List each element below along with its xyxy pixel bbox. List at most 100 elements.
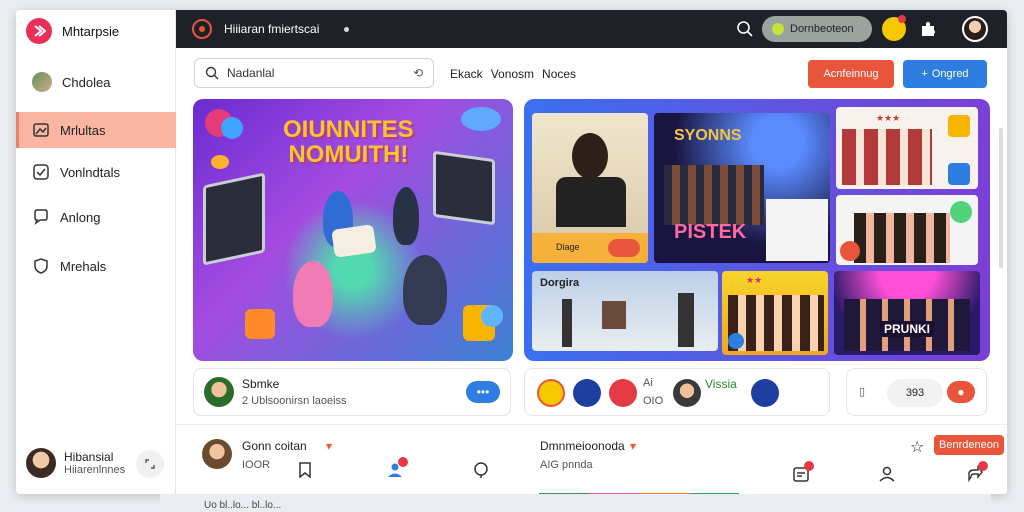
tile-title: ★★★ — [876, 113, 901, 123]
secondary-button-label: Ongred — [931, 68, 969, 80]
channel-subtitle: 2 Ublsoonirsn laoeiss — [242, 395, 347, 407]
person-figure — [556, 177, 626, 227]
sign-decoration — [331, 224, 377, 258]
tile-title: PRUNKI — [880, 321, 935, 337]
search-icon[interactable] — [736, 20, 754, 38]
count-pill[interactable]: 393 — [887, 379, 943, 407]
feed-title: Dmnmeioonoda — [540, 439, 625, 453]
window-title: Hiiiaran fmiertscai — [224, 22, 320, 36]
hero-title: OIUNNITES NOMUITH! — [283, 117, 414, 169]
notification-badge — [978, 461, 988, 471]
profile-icon[interactable] — [878, 465, 896, 483]
bottom-panel: Gonn coitan ▾ IOOR Dmnmeioonoda ▾ AIG pn… — [176, 424, 1007, 494]
brand-logo-icon — [26, 18, 52, 44]
account-pill[interactable]: Dornbeoteon — [762, 16, 872, 42]
tile-label: Diage — [556, 242, 580, 252]
person-figure — [678, 293, 694, 347]
sidebar: Mhtarpsie Chdolea Mrlultas Vonlndtals An… — [16, 10, 176, 494]
chat-icon — [32, 208, 50, 226]
hero-banner[interactable]: OIUNNITES NOMUITH! — [193, 99, 513, 361]
search-box[interactable]: Nadanlal ⟲ — [194, 58, 434, 88]
secondary-action-button[interactable]: + Ongred — [903, 60, 987, 88]
filter-tab[interactable]: Vonosm — [491, 67, 534, 81]
sidebar-item-videos[interactable]: Vonlndtals — [16, 154, 176, 190]
follow-button[interactable]: Benrdeneon — [934, 435, 1004, 455]
app-window: Mhtarpsie Chdolea Mrlultas Vonlndtals An… — [16, 10, 1007, 494]
group-figure — [842, 129, 932, 185]
pill-label: Dornbeoteon — [790, 23, 854, 35]
location-icon[interactable] — [472, 461, 490, 479]
gallery-tile[interactable] — [836, 195, 978, 265]
expand-icon — [145, 459, 155, 469]
bookmark-icon[interactable]: ▯ — [859, 385, 865, 398]
sidebar-item-multitasks[interactable]: Mrlultas — [16, 112, 176, 148]
user-name: Hibansial — [64, 450, 114, 464]
gallery-tile[interactable]: Dorgira — [532, 271, 718, 351]
child-figure — [293, 261, 333, 327]
gallery-tile[interactable]: Diage — [532, 113, 648, 263]
sidebar-item-channels[interactable]: Chdolea — [16, 64, 176, 100]
chevron-down-icon[interactable]: ▾ — [630, 439, 636, 453]
sidebar-item-label: Chdolea — [62, 74, 111, 90]
channel-avatar[interactable] — [204, 377, 234, 407]
more-button[interactable]: ••• — [466, 381, 500, 403]
feed-meta: AIG pnnda — [540, 459, 593, 471]
gallery-tile[interactable]: ★★ — [722, 271, 828, 355]
sidebar-item-label: Vonlndtals — [60, 164, 120, 180]
person-figure — [572, 133, 608, 179]
crowd-figure — [664, 165, 764, 225]
media-gallery: Diage SYONNS PISTEK ★★★ Dorgira ★★ PRUNK… — [524, 99, 990, 361]
emoji-icon[interactable] — [609, 379, 637, 407]
record-icon[interactable] — [192, 19, 212, 39]
clear-icon[interactable]: ⟲ — [413, 66, 423, 80]
sidebar-item-label: Mrehals — [60, 258, 107, 274]
primary-action-button[interactable]: Acnfeinnug — [808, 60, 894, 88]
pill-icon — [772, 23, 784, 35]
emoji-icon[interactable] — [537, 379, 565, 407]
notification-badge — [804, 461, 814, 471]
user-menu-button[interactable] — [136, 450, 164, 478]
ball-decoration — [481, 305, 503, 327]
sidebar-item-analog[interactable]: Anlong — [16, 199, 176, 235]
user-avatar[interactable] — [202, 439, 232, 469]
current-user[interactable]: Hibansial Hiiarenlnnes — [26, 448, 125, 478]
filter-tab[interactable]: Ekack — [450, 67, 483, 81]
bookmark-icon[interactable] — [296, 461, 314, 479]
emoji-icon[interactable] — [573, 379, 601, 407]
member-avatar[interactable] — [673, 379, 701, 407]
reactions-card: Ai OIO Vissia — [524, 368, 830, 416]
block-decoration — [245, 309, 275, 339]
image-icon — [32, 121, 50, 139]
play-button[interactable] — [608, 239, 640, 257]
background-text: Uo bl..lo... bl..lo... — [204, 500, 282, 511]
shield-icon — [32, 257, 50, 275]
star-icon[interactable]: ☆ — [910, 437, 924, 457]
notification-badge — [898, 15, 906, 23]
gallery-tile[interactable]: PRUNKI — [834, 271, 980, 355]
brand[interactable]: Mhtarpsie — [26, 18, 119, 44]
gallery-scrollbar[interactable] — [999, 128, 1003, 268]
info-card: Sbmke 2 Ublsoonirsn laoeiss ••• — [193, 368, 511, 416]
hero-title-line: NOMUITH! — [288, 141, 409, 169]
check-square-icon — [32, 163, 50, 181]
search-input[interactable]: Nadanlal — [227, 66, 274, 80]
like-icon[interactable] — [840, 241, 860, 261]
search-icon — [205, 66, 219, 80]
chevron-down-icon[interactable]: ▾ — [326, 439, 332, 453]
heart-decoration — [211, 155, 229, 169]
tile-title: Dorgira — [540, 277, 580, 289]
gallery-tile[interactable]: SYONNS PISTEK — [654, 113, 830, 263]
extension-icon[interactable] — [918, 19, 938, 39]
screen-decoration — [203, 172, 265, 266]
channel-name: Sbmke — [242, 377, 280, 391]
record-button[interactable]: ● — [947, 381, 975, 403]
info-icon[interactable] — [728, 333, 744, 349]
badge-icon[interactable] — [751, 379, 779, 407]
filter-tab[interactable]: Noces — [542, 67, 576, 81]
profile-avatar[interactable] — [962, 16, 988, 42]
gallery-tile[interactable]: ★★★ — [836, 107, 978, 189]
sidebar-item-messages[interactable]: Mrehals — [16, 248, 176, 284]
child-figure — [403, 255, 447, 325]
reaction-label: Ai — [643, 377, 653, 389]
post-meta: IOOR — [242, 459, 271, 471]
